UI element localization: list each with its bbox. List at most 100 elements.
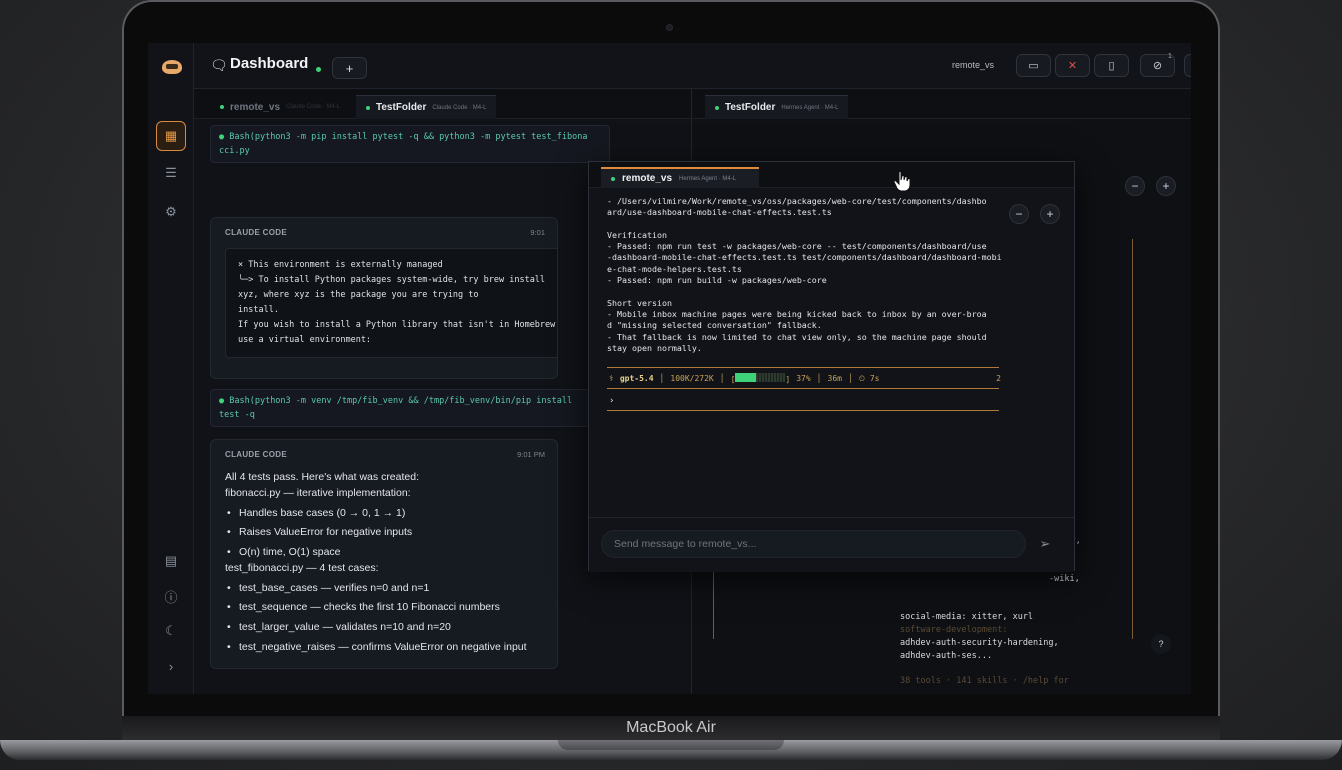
assistant-message: CLAUDE CODE 9:01 PM All 4 tests pass. He… [210, 439, 558, 669]
status-dot [220, 105, 224, 109]
file-button[interactable]: ▯ [1094, 54, 1129, 77]
timer: ⏲ 7s [858, 373, 880, 383]
bash-command: ● Bash(python3 -m venv /tmp/fib_venv && … [210, 389, 610, 427]
terminal-line: - Passed: npm run build -w packages/web-… [607, 275, 827, 286]
tab-remote-vs[interactable]: remote_vs Hermes Agent · M4-L [601, 167, 759, 188]
eye-off-icon: ⊘ [1152, 60, 1163, 72]
message-author: CLAUDE CODE [225, 450, 287, 459]
moon-icon: ☾ [165, 623, 177, 638]
terminal-line: -wiki, [1049, 574, 1080, 584]
tab-sub: Hermes Agent · M4-L [679, 175, 737, 182]
add-tab-button[interactable]: + [332, 57, 367, 79]
floating-tabbar: remote_vs Hermes Agent · M4-L [589, 162, 1074, 188]
list-item: test_sequence — checks the first 10 Fibo… [225, 599, 555, 615]
right-tabbar: TestFolder Hermes Agent · M4-L [693, 89, 1191, 119]
list-item: test_negative_raises — confirms ValueErr… [225, 639, 555, 655]
help-button[interactable]: ? [1151, 634, 1171, 654]
sidebar-item-chevron-right[interactable]: › [156, 651, 186, 681]
terminal-line: adhdev-auth-ses... [900, 651, 993, 661]
zoom-out-button[interactable]: − [1009, 204, 1029, 224]
token-usage: 100K/272K [670, 374, 714, 383]
context-bar [735, 373, 786, 382]
tab-label: remote_vs [622, 173, 673, 184]
app-screen: ▦ ☰ ⚙ ▤ ⓘ ☾ › 🗨 Dashboard + remote_vs ▭ ✕ ▯ ⊘ … [148, 43, 1191, 694]
code-block: × This environment is externally managed… [225, 248, 557, 358]
terminal-line: social-media: xitter, xurl [900, 612, 1034, 622]
composer: ➢ [589, 517, 1074, 572]
terminal-prompt[interactable]: › [609, 396, 614, 406]
command-line: Bash(python3 -m pip install pytest -q &&… [229, 132, 588, 142]
minus-icon: − [1131, 179, 1139, 193]
left-tabbar: remote_vs Claude Code · M4-L TestFolder … [194, 89, 691, 119]
message-author: CLAUDE CODE [225, 228, 287, 237]
divider [607, 410, 999, 411]
status-line: ⚕ gpt-5.4 │ 100K/272K │ [] 37% │ 36m │ ⏲… [609, 373, 1001, 384]
zoom-out-button[interactable]: − [1125, 176, 1145, 196]
command-line-cont: cci.py [219, 146, 250, 156]
sidebar-item-grid[interactable]: ▦ [156, 121, 186, 151]
bullet-list: test_base_cases — verifies n=0 and n=1 te… [225, 580, 555, 655]
notifications-button[interactable]: ♫ [1184, 54, 1191, 77]
message-text: fibonacci.py — iterative implementation: [225, 487, 411, 499]
chat-button[interactable]: ▭ [1016, 54, 1051, 77]
terminal-line: Verification [607, 229, 667, 240]
terminal-line: - Mobile inbox machine pages were being … [607, 308, 987, 319]
list-item: test_larger_value — validates n=10 and n… [225, 619, 555, 635]
divider [607, 388, 999, 389]
tab-remote-vs[interactable]: remote_vs Claude Code · M4-L [210, 95, 350, 119]
sidebar: ▦ ☰ ⚙ ▤ ⓘ ☾ › [148, 43, 194, 694]
gear-icon: ⚙ [165, 204, 177, 219]
list-item: Raises ValueError for negative inputs [225, 524, 555, 540]
sidebar-item-gear[interactable]: ⚙ [156, 197, 186, 227]
chat-icon: 🗨 [210, 57, 228, 73]
terminal-line: -dashboard-mobile-chat-effects.test.ts t… [607, 252, 1002, 263]
session-duration: 36m [827, 374, 842, 383]
message-text: All 4 tests pass. Here's what was create… [225, 471, 420, 483]
info-icon: ⓘ [164, 589, 178, 605]
device-brand: MacBook Air [626, 719, 716, 736]
terminal-line: software-development: [900, 625, 1008, 635]
message-body: All 4 tests pass. Here's what was create… [225, 469, 555, 655]
divider [607, 367, 999, 368]
sidebar-item-moon[interactable]: ☾ [156, 616, 186, 646]
online-status-dot [316, 67, 321, 72]
camera [666, 24, 673, 31]
status-dot [715, 105, 719, 110]
tab-sub: Claude Code · M4-L [286, 104, 341, 110]
list-item: O(n) time, O(1) space [225, 544, 555, 560]
terminal-line: d "missing selected conversation" fallba… [607, 320, 822, 331]
message-input[interactable] [601, 530, 1026, 558]
sidebar-item-server[interactable]: ☰ [156, 158, 186, 188]
tab-sub: Hermes Agent · M4-L [781, 104, 839, 111]
assistant-message: CLAUDE CODE 9:01 × This environment is e… [210, 217, 558, 379]
floating-session-window: remote_vs Hermes Agent · M4-L − + - /Use… [588, 161, 1075, 572]
send-button[interactable]: ➢ [1035, 534, 1055, 554]
tab-label: TestFolder [725, 102, 776, 113]
terminal-line: - That fallback is now limited to chat v… [607, 331, 987, 342]
status-tail: 2 [996, 374, 1001, 383]
zoom-in-button[interactable]: + [1040, 204, 1060, 224]
tab-testfolder[interactable]: TestFolder Claude Code · M4-L [356, 95, 497, 119]
list-item: test_base_cases — verifies n=0 and n=1 [225, 580, 555, 596]
message-text: test_fibonacci.py — 4 test cases: [225, 562, 379, 575]
bash-command: ● Bash(python3 -m pip install pytest -q … [210, 125, 610, 163]
sidebar-item-document[interactable]: ▤ [156, 546, 186, 576]
tab-label: TestFolder [376, 102, 427, 113]
sidebar-item-info[interactable]: ⓘ [156, 581, 186, 611]
terminal-line: Short version [607, 297, 672, 308]
hidden-count-badge: 1 [1168, 53, 1172, 60]
send-icon: ➢ [1039, 536, 1051, 551]
list-item: Handles base cases (0 → 0, 1 → 1) [225, 505, 555, 521]
connection-label: remote_vs [952, 60, 995, 70]
close-session-button[interactable]: ✕ [1055, 54, 1090, 77]
close-icon: ✕ [1067, 60, 1078, 72]
zoom-in-button[interactable]: + [1156, 176, 1176, 196]
bullet-list: Handles base cases (0 → 0, 1 → 1) Raises … [225, 505, 555, 560]
app-logo [162, 60, 182, 74]
terminal-line: 38 tools · 141 skills · /help for [900, 676, 1069, 686]
tab-testfolder[interactable]: TestFolder Hermes Agent · M4-L [705, 95, 849, 119]
grid-icon: ▦ [164, 128, 178, 143]
tab-sub: Claude Code · M4-L [432, 104, 487, 111]
laptop-notch [558, 740, 784, 750]
